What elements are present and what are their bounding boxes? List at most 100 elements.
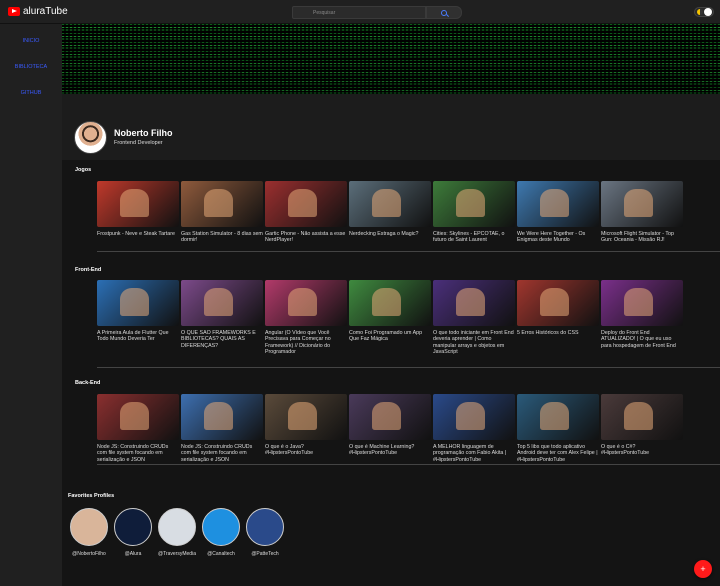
video-thumbnail[interactable] bbox=[265, 394, 347, 440]
video-card[interactable]: O que é Machine Learning? #HipstersPonto… bbox=[349, 394, 431, 470]
video-title[interactable]: O que é o C#? #HipstersPontoTube bbox=[601, 444, 683, 470]
video-thumbnail[interactable] bbox=[517, 181, 599, 227]
video-card[interactable]: Cities: Skylines - EPCOTAE, o futuro de … bbox=[433, 181, 515, 257]
video-thumbnail[interactable] bbox=[601, 394, 683, 440]
video-thumbnail[interactable] bbox=[349, 280, 431, 326]
video-card[interactable]: Angular (O Vídeo que Você Precisava para… bbox=[265, 280, 347, 356]
search-input[interactable] bbox=[292, 6, 426, 19]
favorite-profile[interactable]: @PatteTech bbox=[245, 508, 285, 557]
video-title[interactable]: O QUE SÃO FRAMEWORKS E BIBLIOTECAS? QUAI… bbox=[181, 330, 263, 356]
video-thumbnail[interactable] bbox=[517, 394, 599, 440]
video-thumbnail[interactable] bbox=[433, 181, 515, 227]
video-title[interactable]: Frostpunk - Neve e Steak Tartare bbox=[97, 231, 179, 257]
sidebar: Inicio Biblioteca Github bbox=[0, 24, 62, 586]
person-photo-icon[interactable] bbox=[70, 508, 108, 546]
video-thumbnail[interactable] bbox=[601, 181, 683, 227]
video-card[interactable]: O que é o C#? #HipstersPontoTube bbox=[601, 394, 683, 470]
video-thumbnail[interactable] bbox=[601, 280, 683, 326]
canaltech-logo-icon[interactable] bbox=[202, 508, 240, 546]
video-card[interactable]: We Were Here Together - Os Enigmas deste… bbox=[517, 181, 599, 257]
video-thumbnail[interactable] bbox=[433, 394, 515, 440]
video-thumbnail[interactable] bbox=[97, 394, 179, 440]
favorites-title: Favorites Profiles bbox=[68, 493, 115, 499]
top-bar: aluraTube bbox=[0, 0, 720, 24]
video-title[interactable]: Como Foi Programado um App Que Faz Mágic… bbox=[349, 330, 431, 356]
video-thumbnail[interactable] bbox=[265, 181, 347, 227]
video-card[interactable]: Nerdecking Estraga o Magic? bbox=[349, 181, 431, 257]
channel-banner bbox=[62, 24, 720, 94]
video-title[interactable]: Node JS: Construindo CRUDs com file syst… bbox=[97, 444, 179, 470]
video-thumbnail[interactable] bbox=[433, 280, 515, 326]
video-thumbnail[interactable] bbox=[349, 394, 431, 440]
search-icon bbox=[441, 10, 447, 16]
video-title[interactable]: Microsoft Flight Simulator - Top Gun: Oc… bbox=[601, 231, 683, 257]
video-card[interactable]: Gartic Phone - Não assista a esse NerdPl… bbox=[265, 181, 347, 257]
sidebar-item-github[interactable]: Github bbox=[0, 90, 62, 96]
video-card[interactable]: O QUE SÃO FRAMEWORKS E BIBLIOTECAS? QUAI… bbox=[181, 280, 263, 356]
section-title: Front-End bbox=[75, 267, 102, 273]
video-title[interactable]: Node JS: Construindo CRUDs com file syst… bbox=[181, 444, 263, 470]
video-title[interactable]: Nerdecking Estraga o Magic? bbox=[349, 231, 431, 257]
profile-role: Frontend Developer bbox=[114, 140, 163, 146]
video-title[interactable]: O que é Machine Learning? #HipstersPonto… bbox=[349, 444, 431, 470]
video-card[interactable]: O que é o Java? #HipstersPontoTube bbox=[265, 394, 347, 470]
video-thumbnail[interactable] bbox=[97, 280, 179, 326]
theme-mode-icon bbox=[697, 9, 703, 15]
video-title[interactable]: Gartic Phone - Não assista a esse NerdPl… bbox=[265, 231, 347, 257]
video-title[interactable]: O que todo iniciante em Front End deveri… bbox=[433, 330, 515, 356]
video-thumbnail[interactable] bbox=[181, 181, 263, 227]
favorite-profile[interactable]: @NobertoFilho bbox=[69, 508, 109, 557]
video-card[interactable]: O que todo iniciante em Front End deveri… bbox=[433, 280, 515, 356]
video-card[interactable]: 5 Erros Históricos do CSS bbox=[517, 280, 599, 356]
video-card[interactable]: Node JS: Construindo CRUDs com file syst… bbox=[181, 394, 263, 470]
video-title[interactable]: Angular (O Vídeo que Você Precisava para… bbox=[265, 330, 347, 356]
video-title[interactable]: Gas Station Simulator - 8 dias sem dormi… bbox=[181, 231, 263, 257]
video-title[interactable]: Deploy do Front End ATUALIZADO! | O que … bbox=[601, 330, 683, 356]
video-title[interactable]: O que é o Java? #HipstersPontoTube bbox=[265, 444, 347, 470]
toggle-knob bbox=[704, 8, 712, 16]
video-thumbnail[interactable] bbox=[181, 394, 263, 440]
video-card[interactable]: A MELHOR linguagem de programação com Fa… bbox=[433, 394, 515, 470]
sidebar-item-biblioteca[interactable]: Biblioteca bbox=[0, 64, 62, 70]
video-card[interactable]: A Primeira Aula de Flutter Que Todo Mund… bbox=[97, 280, 179, 356]
divider bbox=[97, 251, 720, 252]
video-title[interactable]: A Primeira Aula de Flutter Que Todo Mund… bbox=[97, 330, 179, 356]
video-card[interactable]: Como Foi Programado um App Que Faz Mágic… bbox=[349, 280, 431, 356]
video-card[interactable]: Top 5 libs que todo aplicativo Android d… bbox=[517, 394, 599, 470]
app-logo-text: aluraTube bbox=[23, 6, 68, 17]
theme-toggle[interactable] bbox=[694, 7, 714, 17]
favorite-profile[interactable]: @Canaltech bbox=[201, 508, 241, 557]
search-button[interactable] bbox=[426, 6, 462, 19]
video-thumbnail[interactable] bbox=[517, 280, 599, 326]
video-title[interactable]: A MELHOR linguagem de programação com Fa… bbox=[433, 444, 515, 470]
video-title[interactable]: 5 Erros Históricos do CSS bbox=[517, 330, 599, 356]
video-card[interactable]: Microsoft Flight Simulator - Top Gun: Oc… bbox=[601, 181, 683, 257]
app-logo[interactable]: aluraTube bbox=[8, 6, 68, 17]
video-card[interactable]: Deploy do Front End ATUALIZADO! | O que … bbox=[601, 280, 683, 356]
video-title[interactable]: Cities: Skylines - EPCOTAE, o futuro de … bbox=[433, 231, 515, 257]
sidebar-item-inicio[interactable]: Inicio bbox=[0, 38, 62, 44]
video-card[interactable]: Gas Station Simulator - 8 dias sem dormi… bbox=[181, 181, 263, 257]
video-thumbnail[interactable] bbox=[265, 280, 347, 326]
video-title[interactable]: Top 5 libs que todo aplicativo Android d… bbox=[517, 444, 599, 470]
avatar bbox=[74, 121, 107, 154]
favorite-profile[interactable]: @TraversyMedia bbox=[157, 508, 197, 557]
video-thumbnail[interactable] bbox=[181, 280, 263, 326]
divider bbox=[97, 464, 720, 465]
video-thumbnail[interactable] bbox=[97, 181, 179, 227]
video-card[interactable]: Frostpunk - Neve e Steak Tartare bbox=[97, 181, 179, 257]
video-thumbnail[interactable] bbox=[349, 181, 431, 227]
person-photo-icon[interactable] bbox=[246, 508, 284, 546]
section-title: Back-End bbox=[75, 380, 101, 386]
favorite-profile[interactable]: @Alura bbox=[113, 508, 153, 557]
video-title[interactable]: We Were Here Together - Os Enigmas deste… bbox=[517, 231, 599, 257]
video-row: Frostpunk - Neve e Steak Tartare Gas Stat… bbox=[97, 181, 683, 257]
video-row: Node JS: Construindo CRUDs com file syst… bbox=[97, 394, 683, 470]
profile-name: Noberto Filho bbox=[114, 128, 173, 138]
video-card[interactable]: Node JS: Construindo CRUDs com file syst… bbox=[97, 394, 179, 470]
video-feed: Jogos Frostpunk - Neve e Steak Tartare Gas… bbox=[62, 160, 720, 586]
play-logo-icon bbox=[8, 7, 20, 16]
alura-logo-icon[interactable] bbox=[114, 508, 152, 546]
add-button[interactable]: + bbox=[694, 560, 712, 578]
traversy-logo-icon[interactable] bbox=[158, 508, 196, 546]
